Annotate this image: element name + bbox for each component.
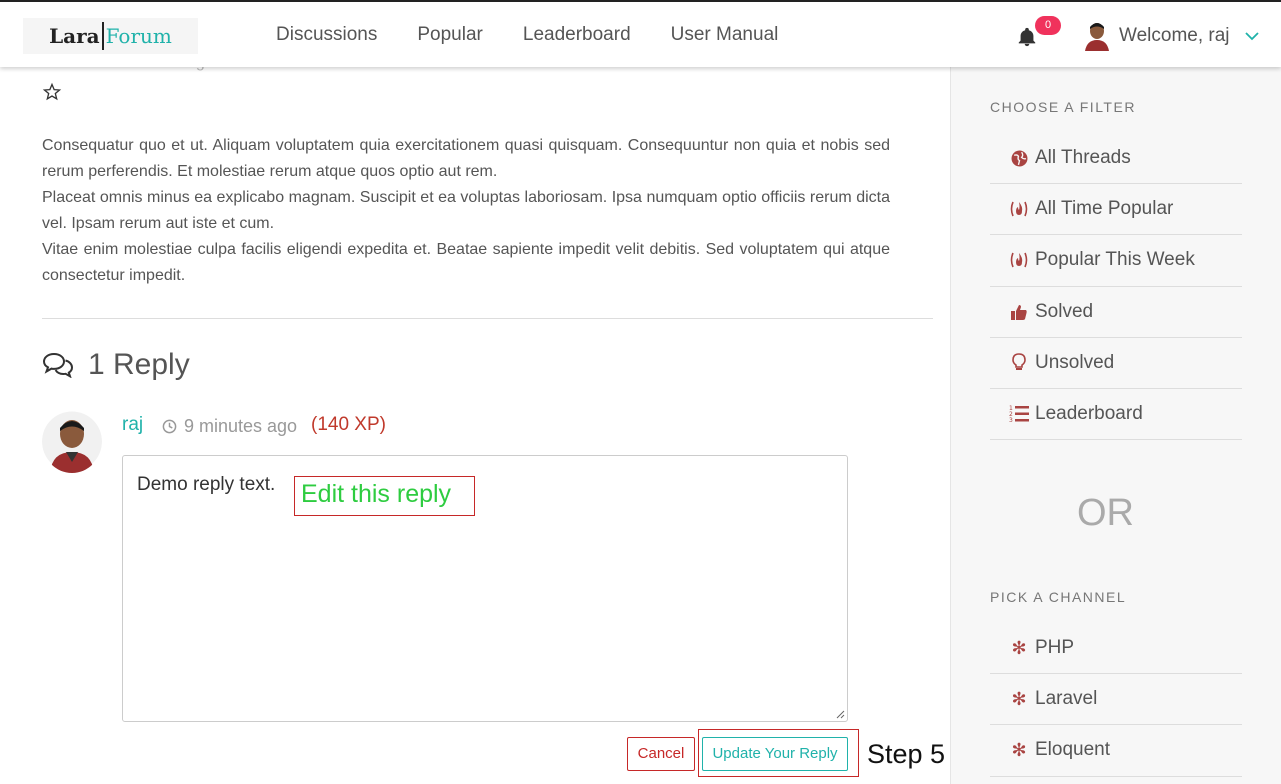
reply-avatar[interactable] [42, 410, 102, 473]
nav-link-discussions[interactable]: Discussions [276, 24, 377, 46]
snowflake-icon: ✻ [1011, 739, 1027, 760]
nav-links: Discussions Popular Leaderboard User Man… [276, 24, 818, 46]
filter-popular-this-week[interactable]: Popular This Week [990, 235, 1242, 287]
channel-label: Eloquent [1035, 739, 1111, 761]
channel-eloquent[interactable]: ✻ Eloquent [990, 725, 1242, 777]
reply-editor-text[interactable]: Demo reply text. [137, 474, 275, 496]
filter-label: All Time Popular [1035, 198, 1174, 220]
fire-icon [1009, 199, 1029, 219]
bell-icon[interactable] [1016, 26, 1038, 48]
or-separator: OR [1077, 492, 1134, 534]
replies-count: 1 Reply [88, 348, 190, 381]
fire-icon [1009, 250, 1029, 270]
thumbs-up-icon [1009, 302, 1029, 322]
reply-editor[interactable]: Demo reply text. [122, 455, 848, 722]
notification-badge: 0 [1035, 16, 1061, 35]
comments-icon [42, 352, 74, 378]
channel-php[interactable]: ✻ PHP [990, 623, 1242, 675]
brand-left-text: Lara [49, 24, 100, 48]
snowflake-icon: ✻ [1011, 637, 1027, 658]
resize-handle-icon[interactable] [836, 710, 845, 719]
filter-label: Unsolved [1035, 351, 1115, 373]
replies-heading: 1 Reply [42, 348, 190, 382]
filter-label: Leaderboard [1035, 403, 1143, 425]
channel-list: ✻ PHP ✻ Laravel ✻ Eloquent [990, 623, 1242, 777]
update-reply-button[interactable]: Update Your Reply [702, 737, 848, 771]
filter-leaderboard[interactable]: 123 Leaderboard [990, 389, 1242, 441]
channel-label: PHP [1035, 637, 1075, 659]
reply-time-text: 9 minutes ago [184, 416, 298, 436]
nav-link-user-manual[interactable]: User Manual [671, 24, 779, 46]
filter-list: All Threads All Time Popular Popular Thi… [990, 133, 1242, 441]
reply-timestamp: 9 minutes ago [162, 416, 297, 437]
welcome-text[interactable]: Welcome, raj [1119, 25, 1230, 47]
star-icon[interactable] [42, 82, 62, 102]
user-avatar[interactable] [1083, 21, 1111, 51]
brand-logo[interactable]: Lara Forum [23, 18, 198, 54]
nav-link-leaderboard[interactable]: Leaderboard [523, 24, 631, 46]
filter-solved[interactable]: Solved [990, 287, 1242, 338]
filter-unsolved[interactable]: Unsolved [990, 338, 1242, 389]
edit-annotation: Edit this reply [294, 476, 475, 516]
top-navbar: Lara Forum Discussions Popular Leaderboa… [0, 0, 1281, 67]
divider [42, 318, 933, 319]
filter-label: All Threads [1035, 147, 1131, 169]
channel-laravel[interactable]: ✻ Laravel [990, 674, 1242, 726]
globe-icon [1009, 148, 1029, 168]
brand-right-text: Forum [105, 24, 172, 48]
thread-paragraph: Consequatur quo et ut. Aliquam voluptate… [42, 137, 890, 180]
filter-label: Popular This Week [1035, 249, 1195, 271]
filter-label: Solved [1035, 300, 1094, 322]
chevron-down-icon[interactable] [1244, 30, 1260, 42]
filter-all-threads[interactable]: All Threads [990, 133, 1242, 185]
snowflake-icon: ✻ [1011, 688, 1027, 709]
brand-divider [101, 22, 104, 50]
svg-text:3: 3 [1009, 417, 1013, 424]
cancel-button[interactable]: Cancel [627, 737, 695, 771]
thread-paragraph: Vitae enim molestiae culpa facilis elige… [42, 241, 890, 284]
thread-body: Consequatur quo et ut. Aliquam voluptate… [42, 133, 890, 289]
thread-paragraph: Placeat omnis minus ea explicabo magnam.… [42, 189, 890, 232]
clock-icon [162, 419, 177, 434]
reply-xp: (140 XP) [311, 414, 386, 435]
filter-all-time-popular[interactable]: All Time Popular [990, 184, 1242, 236]
channel-heading: PICK A CHANNEL [990, 589, 1127, 605]
ordered-list-icon: 123 [1009, 404, 1029, 424]
step-label: Step 5 [867, 739, 946, 769]
reply-username[interactable]: raj [122, 414, 143, 436]
filter-heading: CHOOSE A FILTER [990, 99, 1136, 115]
nav-link-popular[interactable]: Popular [417, 24, 483, 46]
lightbulb-icon [1009, 353, 1029, 373]
channel-label: Laravel [1035, 688, 1098, 710]
